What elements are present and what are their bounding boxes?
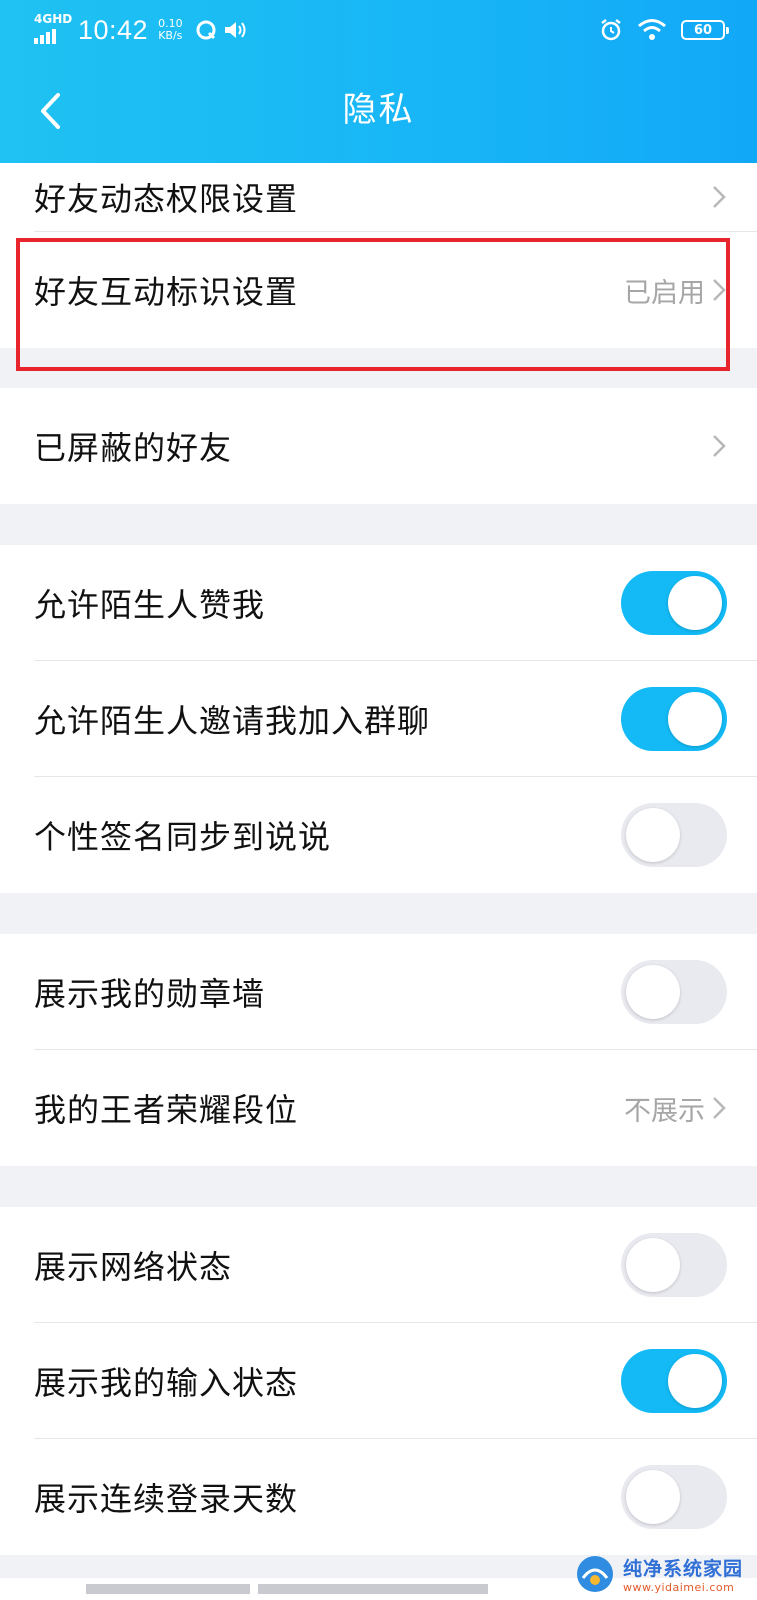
row-label: 展示我的输入状态 (34, 1364, 299, 1402)
privacy-settings-list: 好友动态权限设置 好友互动标识设置 已启用 已屏蔽的好友 允许陌生人赞我 允许陌… (0, 0, 757, 1600)
row-blocked-friends[interactable]: 已屏蔽的好友 (0, 388, 757, 504)
row-interaction-badge[interactable]: 好友互动标识设置 已启用 (0, 232, 757, 348)
row-label: 我的王者荣耀段位 (34, 1091, 299, 1129)
page-title: 隐私 (342, 90, 415, 130)
row-show-network-status: 展示网络状态 (0, 1207, 757, 1323)
status-time: 10:42 (78, 14, 149, 45)
row-allow-stranger-group-invite: 允许陌生人邀请我加入群聊 (0, 661, 757, 777)
watermark-url: www.yidaimei.com (622, 1581, 735, 1594)
row-value: 不展示 (624, 1095, 705, 1127)
toggle-switch[interactable] (621, 687, 727, 751)
alarm-icon (601, 19, 621, 41)
row-label: 展示我的勋章墙 (34, 975, 266, 1013)
app-header: 4GHD 10:42 0.10 KB/s 60 隐私 (0, 0, 757, 163)
row-label: 展示网络状态 (34, 1248, 233, 1286)
row-sync-signature: 个性签名同步到说说 (0, 777, 757, 893)
speed-unit: KB/s (158, 29, 183, 42)
toggle-switch[interactable] (621, 803, 727, 867)
watermark-logo-icon (576, 1556, 613, 1592)
row-label: 允许陌生人赞我 (34, 586, 266, 624)
row-label: 个性签名同步到说说 (34, 818, 332, 856)
toggle-knob (668, 692, 722, 746)
qq-icon (196, 20, 216, 40)
toggle-switch[interactable] (621, 571, 727, 635)
chevron-right-icon (713, 279, 726, 301)
network-speed: 0.10 KB/s (158, 18, 183, 42)
status-bar: 4GHD 10:42 0.10 KB/s 60 (0, 0, 757, 60)
watermark-title: 纯净系统家园 (622, 1558, 743, 1580)
toggle-switch[interactable] (621, 960, 727, 1024)
toggle-knob (626, 965, 680, 1019)
row-label: 允许陌生人邀请我加入群聊 (34, 702, 431, 740)
row-honor-of-kings-rank[interactable]: 我的王者荣耀段位 不展示 (0, 1050, 757, 1166)
partial-tab-bar (258, 1584, 488, 1594)
chevron-right-icon (713, 435, 726, 457)
chevron-right-icon (713, 186, 726, 208)
battery-icon: 60 (681, 20, 729, 40)
volume-icon (224, 22, 246, 38)
toggle-knob (668, 576, 722, 630)
row-show-typing-status: 展示我的输入状态 (0, 1323, 757, 1439)
row-label: 展示连续登录天数 (34, 1480, 299, 1518)
navigation-bar: 隐私 (0, 60, 757, 163)
chevron-right-icon (713, 1097, 726, 1119)
site-watermark: 纯净系统家园 www.yidaimei.com (575, 1554, 743, 1594)
toggle-switch[interactable] (621, 1349, 727, 1413)
row-label: 已屏蔽的好友 (34, 429, 233, 467)
battery-level: 60 (693, 22, 713, 38)
row-show-medal-wall: 展示我的勋章墙 (0, 934, 757, 1050)
row-allow-stranger-likes: 允许陌生人赞我 (0, 545, 757, 661)
cellular-signal-icon: 4GHD (34, 13, 72, 45)
row-label: 好友互动标识设置 (34, 273, 299, 311)
wifi-icon (638, 19, 666, 40)
partial-tab-bar (86, 1584, 250, 1594)
toggle-knob (626, 1238, 680, 1292)
row-value: 已启用 (624, 277, 705, 309)
toggle-knob (668, 1354, 722, 1408)
network-type: 4GHD (34, 12, 73, 26)
toggle-knob (626, 1470, 680, 1524)
toggle-switch[interactable] (621, 1465, 727, 1529)
row-show-login-streak: 展示连续登录天数 (0, 1439, 757, 1555)
toggle-switch[interactable] (621, 1233, 727, 1297)
toggle-knob (626, 808, 680, 862)
